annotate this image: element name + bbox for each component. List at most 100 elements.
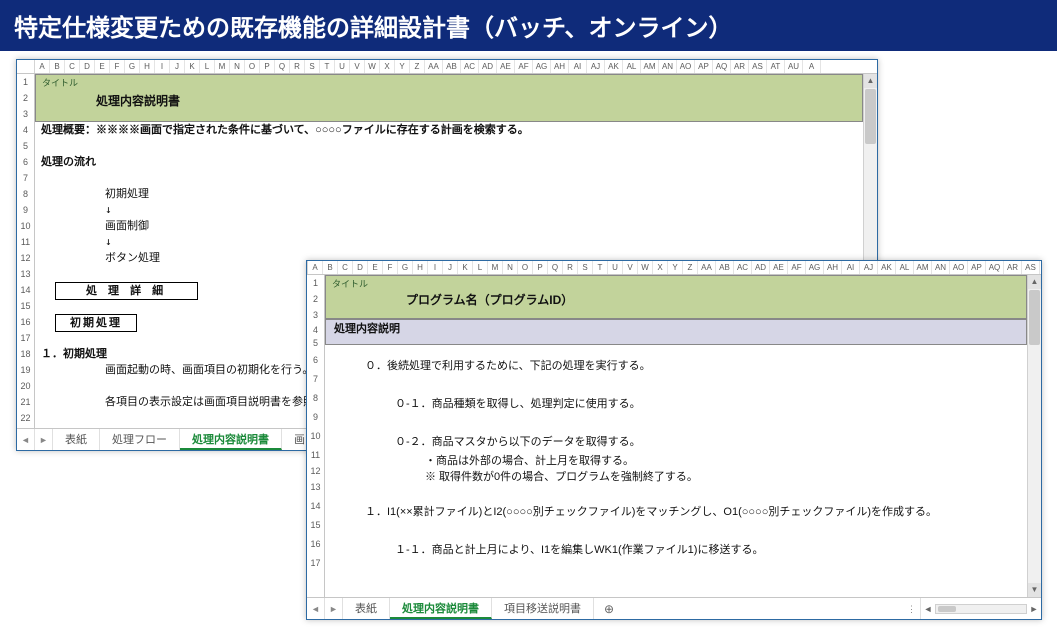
row-number[interactable]: 16: [307, 533, 324, 555]
row-number[interactable]: 1: [17, 74, 34, 90]
col-header[interactable]: AP: [968, 261, 986, 274]
row-number[interactable]: 5: [307, 337, 324, 349]
col-header[interactable]: V: [623, 261, 638, 274]
row-number[interactable]: 18: [17, 346, 34, 362]
row-number[interactable]: 6: [307, 349, 324, 371]
cell-text[interactable]: 初期処理: [35, 186, 863, 202]
col-header[interactable]: AJ: [860, 261, 878, 274]
col-header[interactable]: AF: [788, 261, 806, 274]
col-header[interactable]: K: [185, 60, 200, 73]
scroll-thumb[interactable]: [865, 89, 876, 144]
row-number[interactable]: 11: [17, 234, 34, 250]
cell-text[interactable]: ・商品は外部の場合、計上月を取得する。: [325, 453, 1027, 469]
col-header[interactable]: B: [50, 60, 65, 73]
row-number[interactable]: 14: [17, 282, 34, 298]
col-header[interactable]: AU: [785, 60, 803, 73]
col-header[interactable]: I: [428, 261, 443, 274]
col-header[interactable]: AQ: [986, 261, 1004, 274]
col-header[interactable]: O: [518, 261, 533, 274]
col-header[interactable]: L: [200, 60, 215, 73]
col-header[interactable]: H: [413, 261, 428, 274]
col-header[interactable]: AB: [443, 60, 461, 73]
col-header[interactable]: G: [398, 261, 413, 274]
col-header[interactable]: T: [320, 60, 335, 73]
row-number[interactable]: 9: [17, 202, 34, 218]
col-header[interactable]: A: [308, 261, 323, 274]
col-header[interactable]: X: [380, 60, 395, 73]
row-number[interactable]: 4: [17, 122, 34, 138]
col-header[interactable]: AI: [842, 261, 860, 274]
col-header[interactable]: J: [170, 60, 185, 73]
row-number[interactable]: 3: [17, 106, 34, 122]
col-header[interactable]: C: [65, 60, 80, 73]
col-header[interactable]: L: [473, 261, 488, 274]
scroll-thumb[interactable]: [938, 606, 956, 612]
col-header[interactable]: AI: [569, 60, 587, 73]
cell-text[interactable]: ０．後続処理で利用するために、下記の処理を実行する。: [325, 355, 1027, 377]
tab-nav-right-icon[interactable]: ►: [325, 598, 343, 619]
col-header[interactable]: E: [95, 60, 110, 73]
row-number[interactable]: 20: [17, 378, 34, 394]
col-header[interactable]: AO: [950, 261, 968, 274]
row-number[interactable]: 8: [307, 387, 324, 409]
sheet-tab[interactable]: 表紙: [53, 429, 100, 450]
vertical-scrollbar[interactable]: ▲ ▼: [1027, 275, 1041, 597]
row-number[interactable]: 15: [307, 517, 324, 533]
col-header[interactable]: AP: [695, 60, 713, 73]
scroll-up-icon[interactable]: ▲: [864, 74, 877, 88]
row-number[interactable]: 6: [17, 154, 34, 170]
cell-text[interactable]: １．I1(××累計ファイル)とI2(○○○○別チェックファイル)をマッチングし、…: [325, 501, 1027, 523]
sheet-tab[interactable]: 項目移送説明書: [492, 598, 594, 619]
col-header[interactable]: R: [290, 60, 305, 73]
col-header[interactable]: AA: [698, 261, 716, 274]
cell-text[interactable]: ０-１．商品種類を取得し、処理判定に使用する。: [325, 393, 1027, 415]
sheet-content[interactable]: タイトル プログラム名（プログラムID） 処理内容説明 ０．後続処理で利用するた…: [325, 275, 1027, 597]
row-number[interactable]: 8: [17, 186, 34, 202]
add-sheet-icon[interactable]: ⊕: [594, 598, 624, 619]
col-header[interactable]: AH: [551, 60, 569, 73]
col-header[interactable]: I: [155, 60, 170, 73]
col-header[interactable]: W: [638, 261, 653, 274]
col-header[interactable]: AC: [461, 60, 479, 73]
col-header[interactable]: C: [338, 261, 353, 274]
col-header[interactable]: AM: [914, 261, 932, 274]
col-header[interactable]: AE: [770, 261, 788, 274]
sheet-tab[interactable]: 表紙: [343, 598, 390, 619]
cell-text[interactable]: ０-２．商品マスタから以下のデータを取得する。: [325, 431, 1027, 453]
col-header[interactable]: X: [653, 261, 668, 274]
col-header[interactable]: S: [305, 60, 320, 73]
row-number[interactable]: 12: [307, 463, 324, 479]
row-number[interactable]: 3: [307, 307, 324, 323]
col-header[interactable]: AF: [515, 60, 533, 73]
col-header[interactable]: P: [533, 261, 548, 274]
row-number[interactable]: 15: [17, 298, 34, 314]
col-header[interactable]: AK: [605, 60, 623, 73]
col-header[interactable]: F: [110, 60, 125, 73]
row-number[interactable]: 11: [307, 447, 324, 463]
row-number[interactable]: 7: [17, 170, 34, 186]
col-header[interactable]: J: [443, 261, 458, 274]
col-header[interactable]: AM: [641, 60, 659, 73]
row-number[interactable]: 1: [307, 275, 324, 291]
row-number[interactable]: 17: [17, 330, 34, 346]
col-header[interactable]: AS: [1022, 261, 1040, 274]
col-header[interactable]: Z: [683, 261, 698, 274]
scroll-left-icon[interactable]: ◄: [921, 604, 935, 614]
col-header[interactable]: D: [80, 60, 95, 73]
scroll-track[interactable]: [1028, 346, 1041, 583]
col-header[interactable]: P: [260, 60, 275, 73]
col-header[interactable]: AS: [749, 60, 767, 73]
cell-text[interactable]: １-１．商品と計上月により、I1を編集しWK1(作業ファイル1)に移送する。: [325, 539, 1027, 561]
row-number[interactable]: 16: [17, 314, 34, 330]
col-header[interactable]: AG: [533, 60, 551, 73]
row-number[interactable]: 2: [17, 90, 34, 106]
cell-text[interactable]: 画面制御: [35, 218, 863, 234]
tab-nav-left-icon[interactable]: ◄: [307, 598, 325, 619]
col-header[interactable]: AC: [734, 261, 752, 274]
row-number[interactable]: 12: [17, 250, 34, 266]
col-header[interactable]: AQ: [713, 60, 731, 73]
scroll-track[interactable]: [935, 604, 1027, 614]
col-header[interactable]: AN: [659, 60, 677, 73]
col-header[interactable]: M: [215, 60, 230, 73]
col-header[interactable]: Z: [410, 60, 425, 73]
